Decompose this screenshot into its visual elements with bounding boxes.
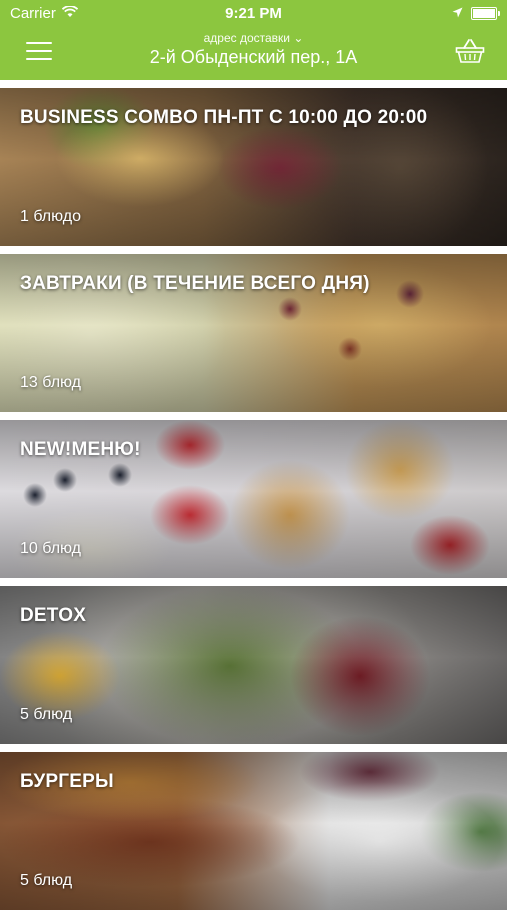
status-right bbox=[452, 5, 500, 22]
divider bbox=[0, 80, 507, 88]
category-title: БУРГЕРЫ bbox=[20, 771, 114, 792]
category-count: 5 блюд bbox=[20, 872, 73, 889]
category-count: 10 блюд bbox=[20, 540, 82, 557]
category-card-business-combo[interactable]: BUSINESS COMBO ПН-ПТ С 10:00 ДО 20:00 1 … bbox=[0, 88, 507, 246]
delivery-address-label: адрес доставки ⌄ bbox=[203, 31, 304, 45]
category-count: 5 блюд bbox=[20, 706, 73, 723]
cart-button[interactable] bbox=[455, 38, 485, 66]
divider bbox=[0, 246, 507, 254]
app-header: Carrier 9:21 PM адрес доставки ⌄ 2-й Обы… bbox=[0, 0, 507, 80]
hamburger-icon-line bbox=[26, 58, 52, 60]
battery-icon bbox=[471, 7, 500, 20]
category-count: 13 блюд bbox=[20, 374, 82, 391]
hamburger-icon-line bbox=[26, 50, 52, 52]
divider bbox=[0, 744, 507, 752]
menu-button[interactable] bbox=[26, 42, 52, 62]
category-card-new-menu[interactable]: NEW!МЕНЮ! 10 блюд bbox=[0, 420, 507, 578]
category-title: BUSINESS COMBO ПН-ПТ С 10:00 ДО 20:00 bbox=[20, 107, 428, 128]
category-title: DETOX bbox=[20, 605, 87, 626]
hamburger-icon-line bbox=[26, 42, 52, 44]
nav-bar: адрес доставки ⌄ 2-й Обыденский пер., 1А bbox=[0, 28, 507, 80]
category-title: NEW!МЕНЮ! bbox=[20, 439, 141, 460]
category-count: 1 блюдо bbox=[20, 208, 82, 225]
category-title: ЗАВТРАКИ (В ТЕЧЕНИЕ ВСЕГО ДНЯ) bbox=[20, 273, 370, 294]
category-card-breakfast[interactable]: ЗАВТРАКИ (В ТЕЧЕНИЕ ВСЕГО ДНЯ) 13 блюд bbox=[0, 254, 507, 412]
category-card-detox[interactable]: DETOX 5 блюд bbox=[0, 586, 507, 744]
location-arrow-icon bbox=[452, 5, 463, 22]
status-time: 9:21 PM bbox=[225, 5, 282, 22]
delivery-address-value: 2-й Обыденский пер., 1А bbox=[149, 47, 358, 67]
divider bbox=[0, 412, 507, 420]
category-card-burgers[interactable]: БУРГЕРЫ 5 блюд bbox=[0, 752, 507, 910]
status-bar: Carrier 9:21 PM bbox=[0, 0, 507, 28]
basket-icon bbox=[455, 39, 485, 63]
delivery-address-selector[interactable]: адрес доставки ⌄ 2-й Обыденский пер., 1А bbox=[90, 31, 417, 68]
divider bbox=[0, 578, 507, 586]
